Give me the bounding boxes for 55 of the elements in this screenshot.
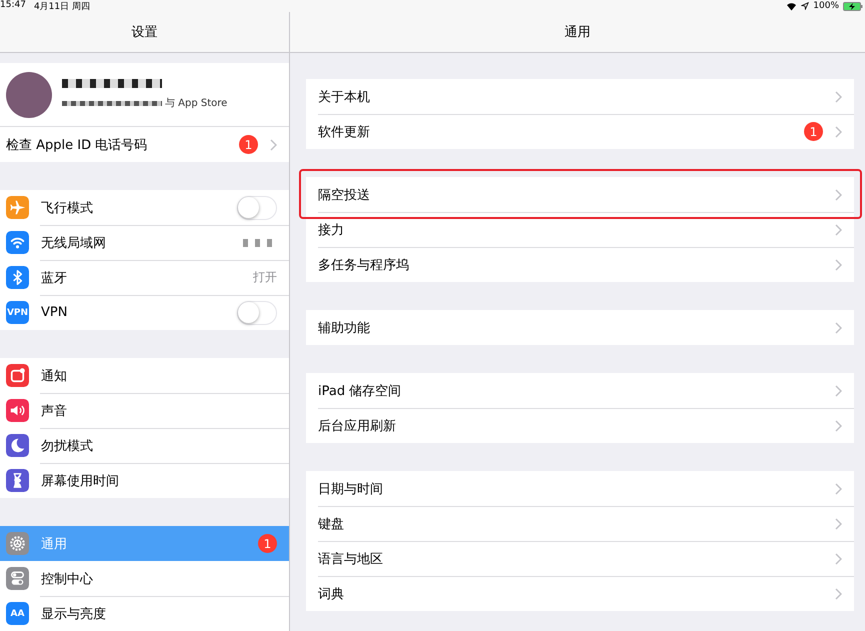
settings-row[interactable]: 键盘 xyxy=(306,506,854,541)
settings-row[interactable]: 日期与时间 xyxy=(306,471,854,506)
chevron-icon xyxy=(835,258,842,270)
battery-charging-icon xyxy=(843,2,863,10)
chevron-icon xyxy=(835,224,842,236)
notification-badge: 1 xyxy=(804,122,823,141)
settings-row[interactable]: iPad 储存空间 xyxy=(306,373,854,408)
chevron-icon xyxy=(835,518,842,530)
location-arrow-icon xyxy=(801,2,810,10)
chevron-icon xyxy=(835,322,842,334)
sidebar-item[interactable]: VPN VPN xyxy=(0,295,289,330)
settings-row[interactable]: 多任务与程序坞 xyxy=(306,247,854,282)
sidebar-item[interactable]: 通用 1 xyxy=(0,526,289,561)
chevron-icon xyxy=(835,588,842,600)
sidebar-title: 设置 xyxy=(0,12,289,53)
status-time: 15:47 xyxy=(0,0,26,12)
notification-badge: 1 xyxy=(258,534,277,553)
chevron-icon xyxy=(835,420,842,432)
chevron-icon xyxy=(835,384,842,396)
settings-row[interactable]: 后台应用刷新 xyxy=(306,408,854,443)
page-title: 通用 xyxy=(290,12,865,53)
battery-percentage: 100% xyxy=(813,1,839,11)
chevron-icon xyxy=(835,188,842,200)
settings-row[interactable]: 接力 xyxy=(306,212,854,247)
sidebar-item[interactable]: 无线局域网 xyxy=(0,225,289,260)
chevron-icon xyxy=(835,90,842,102)
settings-row[interactable]: 软件更新 1 xyxy=(306,114,854,149)
chevron-icon xyxy=(835,552,842,564)
sidebar-item[interactable]: 勿扰模式 xyxy=(0,428,289,463)
sidebar-item[interactable]: AA 显示与亮度 xyxy=(0,596,289,631)
profile-subtitle: 与 App Store xyxy=(165,96,228,110)
app-icon: AA xyxy=(6,602,29,625)
sidebar-item[interactable]: 检查 Apple ID 电话号码 1 xyxy=(0,127,289,162)
sidebar-item[interactable]: 蓝牙 打开 xyxy=(0,260,289,295)
wifi-icon xyxy=(786,2,798,10)
sidebar-item[interactable]: 通知 xyxy=(0,358,289,393)
sidebar-item[interactable]: 屏幕使用时间 xyxy=(0,463,289,498)
toggle-switch[interactable] xyxy=(237,196,277,220)
chevron-icon xyxy=(835,482,842,494)
row-value: 打开 xyxy=(253,269,277,286)
status-date: 4月11日 周四 xyxy=(34,0,90,12)
sidebar-item[interactable]: 飞行模式 xyxy=(0,190,289,225)
chevron-icon xyxy=(835,126,842,138)
settings-row[interactable]: 词典 xyxy=(306,576,854,611)
notification-badge: 1 xyxy=(239,135,258,154)
toggle-switch[interactable] xyxy=(237,300,277,324)
app-icon: VPN xyxy=(6,301,29,324)
chevron-icon xyxy=(270,138,277,150)
settings-row[interactable]: 关于本机 xyxy=(306,79,854,114)
settings-row[interactable]: 隔空投送 xyxy=(306,177,854,212)
sidebar-item[interactable]: 声音 xyxy=(0,393,289,428)
sidebar-item[interactable]: 控制中心 xyxy=(0,561,289,596)
avatar-placeholder xyxy=(6,72,52,118)
settings-row[interactable]: 语言与地区 xyxy=(306,541,854,576)
settings-row[interactable]: 辅助功能 xyxy=(306,310,854,345)
